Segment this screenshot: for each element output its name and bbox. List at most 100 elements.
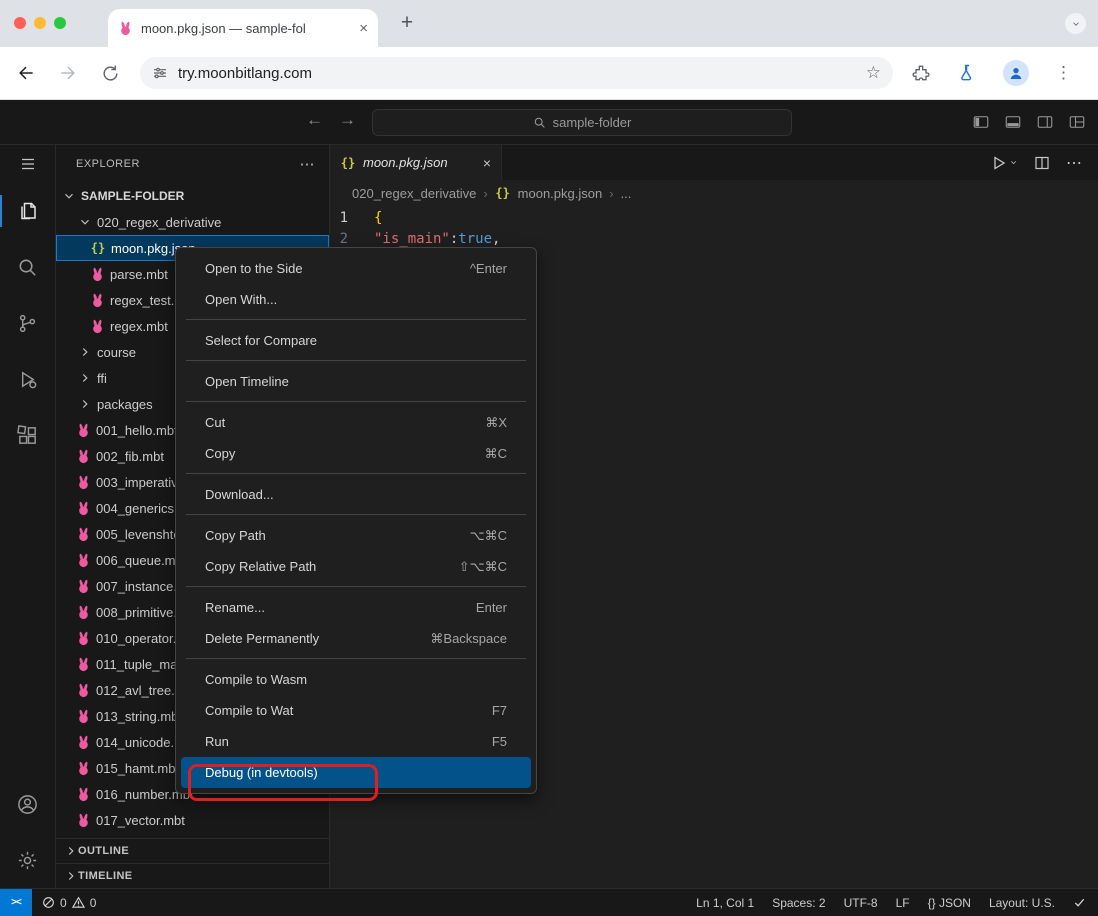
menu-separator: [186, 473, 526, 474]
bookmark-star-icon[interactable]: ☆: [866, 63, 881, 83]
cursor-position[interactable]: Ln 1, Col 1: [696, 896, 754, 910]
activity-search-icon[interactable]: [0, 239, 55, 295]
outline-section[interactable]: OUTLINE: [56, 838, 329, 863]
customize-layout-icon[interactable]: [1068, 113, 1086, 131]
run-button[interactable]: [991, 155, 1018, 171]
toggle-secondary-sidebar-icon[interactable]: [1036, 113, 1054, 131]
menu-item-copy-path[interactable]: Copy Path ⌥⌘C: [181, 520, 531, 551]
tree-folder-020-regex-derivative[interactable]: 020_regex_derivative: [56, 209, 329, 235]
line-number: 1: [339, 210, 348, 226]
menu-item-open-timeline[interactable]: Open Timeline: [181, 366, 531, 397]
url-text[interactable]: try.moonbitlang.com: [178, 65, 312, 82]
status-right: Ln 1, Col 1 Spaces: 2 UTF-8 LF {} JSON L…: [696, 896, 1098, 910]
site-settings-icon[interactable]: [152, 65, 168, 81]
activity-extensions-icon[interactable]: [0, 407, 55, 463]
editor-tab-moon-pkg-json[interactable]: {} moon.pkg.json ×: [330, 145, 502, 180]
layout-controls: [972, 113, 1086, 131]
browser-tab[interactable]: moon.pkg.json — sample-fol ×: [108, 9, 378, 47]
activity-source-control-icon[interactable]: [0, 295, 55, 351]
breadcrumb-symbol[interactable]: ...: [621, 186, 632, 201]
warning-count: 0: [89, 895, 97, 910]
extensions-puzzle-icon[interactable]: [911, 63, 931, 83]
menu-item-open-to-the-side[interactable]: Open to the Side ^Enter: [181, 253, 531, 284]
menu-item-copy-relative-path[interactable]: Copy Relative Path ⇧⌥⌘C: [181, 551, 531, 582]
check-icon[interactable]: [1073, 896, 1086, 909]
account-icon[interactable]: [0, 776, 55, 832]
toggle-panel-icon[interactable]: [1004, 113, 1022, 131]
tree-root[interactable]: SAMPLE-FOLDER: [56, 183, 329, 209]
maximize-window-button[interactable]: [54, 17, 66, 29]
menu-hamburger-icon[interactable]: [0, 145, 55, 183]
menu-item-rename[interactable]: Rename... Enter: [181, 592, 531, 623]
mbt-file-icon: [76, 813, 91, 828]
menu-item-compile-to-wasm[interactable]: Compile to Wasm: [181, 664, 531, 695]
mbt-file-icon: [76, 631, 91, 646]
mbt-file-icon: [76, 657, 91, 672]
profile-avatar[interactable]: [1003, 60, 1029, 86]
timeline-section[interactable]: TIMELINE: [56, 863, 329, 888]
menu-item-delete-permanently[interactable]: Delete Permanently ⌘Backspace: [181, 623, 531, 654]
editor-back-icon[interactable]: ←: [306, 110, 323, 130]
mbt-file-icon: [76, 527, 91, 542]
split-editor-icon[interactable]: [1034, 155, 1050, 171]
indentation[interactable]: Spaces: 2: [772, 896, 825, 910]
menu-item-debug-in-devtools[interactable]: Debug (in devtools): [181, 757, 531, 788]
close-window-button[interactable]: [14, 17, 26, 29]
mbt-file-icon: [90, 293, 105, 308]
menu-item-cut[interactable]: Cut ⌘X: [181, 407, 531, 438]
language-mode[interactable]: {} JSON: [928, 896, 971, 910]
encoding[interactable]: UTF-8: [844, 896, 878, 910]
menu-item-download[interactable]: Download...: [181, 479, 531, 510]
breadcrumbs: 020_regex_derivative › {} moon.pkg.json …: [330, 180, 1098, 206]
minimize-window-button[interactable]: [34, 17, 46, 29]
error-count: 0: [60, 895, 67, 910]
activity-explorer-icon[interactable]: [0, 183, 55, 239]
toggle-sidebar-icon[interactable]: [972, 113, 990, 131]
explorer-actions-icon[interactable]: ⋯: [300, 155, 316, 173]
command-center-text: sample-folder: [552, 115, 632, 130]
reload-button[interactable]: [98, 61, 122, 85]
settings-gear-icon[interactable]: [0, 832, 55, 888]
editor-more-actions-icon[interactable]: ⋯: [1066, 153, 1082, 173]
menu-item-select-for-compare[interactable]: Select for Compare: [181, 325, 531, 356]
tab-search-button[interactable]: [1065, 13, 1086, 34]
screenshot-root: moon.pkg.json — sample-fol × + try.moonb…: [0, 0, 1098, 916]
forward-button[interactable]: [56, 61, 80, 85]
breadcrumb-file[interactable]: moon.pkg.json: [518, 186, 603, 201]
code-editor[interactable]: 1 { 2 "is_main": true,: [330, 206, 1098, 250]
breadcrumb-folder[interactable]: 020_regex_derivative: [352, 186, 476, 201]
new-tab-button[interactable]: +: [394, 10, 420, 36]
remote-indicator[interactable]: ><: [0, 889, 32, 916]
back-button[interactable]: [14, 61, 38, 85]
keyboard-layout[interactable]: Layout: U.S.: [989, 896, 1055, 910]
problems-indicator[interactable]: 0 0: [32, 896, 106, 910]
tab-close-icon[interactable]: ×: [483, 155, 491, 171]
menu-item-run[interactable]: Run F5: [181, 726, 531, 757]
tree-file[interactable]: 017_vector.mbt: [56, 807, 329, 833]
search-icon: [534, 117, 545, 128]
menu-item-compile-to-wat[interactable]: Compile to Wat F7: [181, 695, 531, 726]
editor-forward-icon[interactable]: →: [339, 110, 356, 130]
menu-separator: [186, 514, 526, 515]
command-center-search[interactable]: sample-folder: [372, 109, 792, 136]
tab-close-icon[interactable]: ×: [359, 20, 368, 37]
browser-menu-icon[interactable]: ⋮: [1055, 63, 1072, 83]
eol-sequence[interactable]: LF: [896, 896, 910, 910]
json-file-icon: {}: [340, 155, 356, 170]
json-file-icon: {}: [495, 186, 510, 200]
errors-icon: [43, 897, 54, 908]
mbt-file-icon: [76, 475, 91, 490]
mbt-file-icon: [90, 319, 105, 334]
tree-root-label: SAMPLE-FOLDER: [81, 189, 185, 203]
menu-item-open-with[interactable]: Open With...: [181, 284, 531, 315]
chevron-down-icon: [1009, 158, 1018, 167]
mbt-file-icon: [76, 709, 91, 724]
activity-run-debug-icon[interactable]: [0, 351, 55, 407]
menu-item-copy[interactable]: Copy ⌘C: [181, 438, 531, 469]
labs-beaker-icon[interactable]: [957, 63, 977, 83]
menu-separator: [186, 360, 526, 361]
address-bar[interactable]: try.moonbitlang.com ☆: [140, 57, 893, 89]
person-icon: [1010, 68, 1022, 79]
window-controls: [14, 17, 66, 29]
context-menu: Open to the Side ^Enter Open With... Sele…: [175, 247, 537, 801]
